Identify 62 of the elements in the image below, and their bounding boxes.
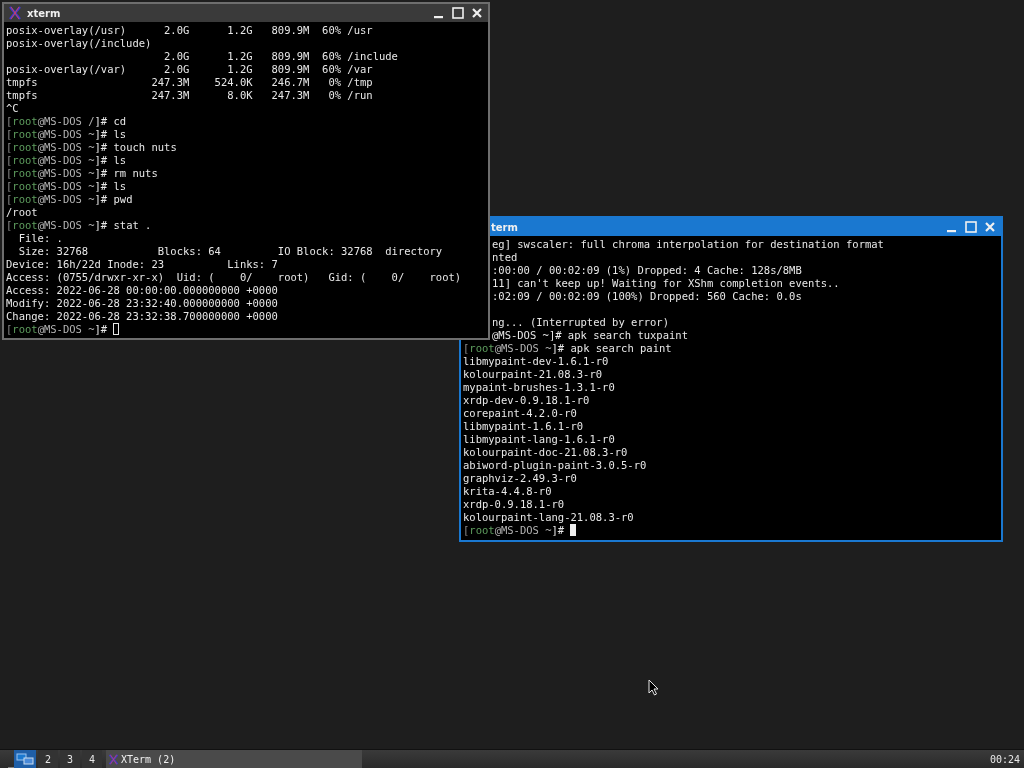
terminal-line: [root@MS-DOS ~]# rm nuts bbox=[6, 167, 158, 180]
terminal-line: Modify: 2022-06-28 23:32:40.000000000 +0000 bbox=[6, 297, 278, 310]
workspace-preview-icon bbox=[16, 753, 34, 765]
terminal-line: libmypaint-dev-1.6.1-r0 bbox=[463, 355, 609, 368]
terminal-line: posix-overlay(/var) 2.0G 1.2G 809.9M 60% /var bbox=[6, 63, 373, 76]
terminal-line: [root@MS-DOS ~]# touch nuts bbox=[6, 141, 177, 154]
terminal-line: tmpfs 247.3M 524.0K 246.7M 0% /tmp bbox=[6, 76, 373, 89]
terminal-line: mypaint-brushes-1.3.1-r0 bbox=[463, 381, 615, 394]
window-title: xterm bbox=[27, 7, 62, 19]
terminal-line: :00:00 / 00:02:09 (1%) Dropped: 4 Cache: 128s/8MB bbox=[492, 264, 802, 277]
terminal-line: @MS-DOS ~]# apk search tuxpaint bbox=[492, 329, 688, 342]
x-logo-icon bbox=[108, 752, 119, 766]
terminal-line: ng... (Interrupted by error) bbox=[492, 316, 669, 329]
terminal-line: [root@MS-DOS ~]# stat . bbox=[6, 219, 152, 232]
terminal-line: abiword-plugin-paint-3.0.5-r0 bbox=[463, 459, 647, 472]
workspace-button[interactable] bbox=[14, 750, 36, 768]
maximize-icon[interactable] bbox=[964, 220, 978, 234]
show-desktop-button[interactable]: _ bbox=[0, 750, 14, 768]
terminal-line: eg] swscaler: full chroma interpolation for destination format bbox=[492, 238, 884, 251]
terminal-line: :02:09 / 00:02:09 (100%) Dropped: 560 Cache: 0.0s bbox=[492, 290, 802, 303]
terminal-line: Access: 2022-06-28 00:00:00.000000000 +0000 bbox=[6, 284, 278, 297]
terminal-line: ^C bbox=[6, 102, 19, 115]
terminal-line: File: . bbox=[17, 232, 63, 245]
terminal-line: krita-4.4.8-r0 bbox=[463, 485, 552, 498]
terminal-line: 2.0G 1.2G 809.9M 60% /include bbox=[163, 50, 398, 63]
terminal-line: [root@MS-DOS ~]# bbox=[6, 323, 120, 336]
terminal-line: [root@MS-DOS ~]# ls bbox=[6, 154, 127, 167]
terminal-line: [root@MS-DOS ~]# ls bbox=[6, 180, 127, 193]
terminal-line: tmpfs 247.3M 8.0K 247.3M 0% /run bbox=[6, 89, 373, 102]
terminal-line: xrdp-0.9.18.1-r0 bbox=[463, 498, 565, 511]
terminal-line: Size: 32768 Blocks: 64 IO Block: 32768 directory bbox=[17, 245, 443, 258]
terminal-line: kolourpaint-21.08.3-r0 bbox=[463, 368, 603, 381]
x-logo-icon bbox=[8, 6, 22, 20]
taskbar-task[interactable]: XTerm (2) bbox=[106, 750, 362, 768]
terminal-line: 11] can't keep up! Waiting for XShm completion events.. bbox=[492, 277, 840, 290]
terminal-line: corepaint-4.2.0-r0 bbox=[463, 407, 577, 420]
terminal-line: posix-overlay(/usr) 2.0G 1.2G 809.9M 60% /usr bbox=[6, 24, 373, 37]
terminal-line: kolourpaint-lang-21.08.3-r0 bbox=[463, 511, 634, 524]
workspace-button[interactable]: 3 bbox=[60, 750, 80, 768]
close-icon[interactable] bbox=[470, 6, 484, 20]
terminal-line: [root@MS-DOS ~]# bbox=[463, 524, 577, 537]
terminal-line: libmypaint-1.6.1-r0 bbox=[463, 420, 584, 433]
terminal-line: xrdp-dev-0.9.18.1-r0 bbox=[463, 394, 590, 407]
terminal-line: graphviz-2.49.3-r0 bbox=[463, 472, 577, 485]
terminal-line: Device: 16h/22d Inode: 23 Links: 7 bbox=[6, 258, 278, 271]
clock: 00:24 bbox=[989, 753, 1021, 765]
terminal-line: Access: (0755/drwxr-xr-x) Uid: ( 0/ root) Gid: ( 0/ root) bbox=[6, 271, 462, 284]
workspace-button[interactable]: 2 bbox=[38, 750, 58, 768]
terminal-line: [root@MS-DOS ~]# ls bbox=[6, 128, 127, 141]
window-title: term bbox=[491, 221, 519, 233]
mouse-pointer-icon bbox=[648, 679, 659, 696]
terminal-line: Change: 2022-06-28 23:32:38.700000000 +0000 bbox=[6, 310, 278, 323]
terminal-line: [root@MS-DOS /]# cd bbox=[6, 115, 127, 128]
terminal-line: [root@MS-DOS ~]# apk search paint bbox=[463, 342, 672, 355]
terminal-line: libmypaint-lang-1.6.1-r0 bbox=[463, 433, 615, 446]
terminal-line: [root@MS-DOS ~]# pwd bbox=[6, 193, 133, 206]
terminal-line: kolourpaint-doc-21.08.3-r0 bbox=[463, 446, 628, 459]
terminal-line: /root bbox=[6, 206, 38, 219]
terminal-line: posix-overlay(/include) bbox=[6, 37, 152, 50]
workspace-button[interactable]: 4 bbox=[82, 750, 102, 768]
maximize-icon[interactable] bbox=[451, 6, 465, 20]
terminal-line: nted bbox=[492, 251, 518, 264]
